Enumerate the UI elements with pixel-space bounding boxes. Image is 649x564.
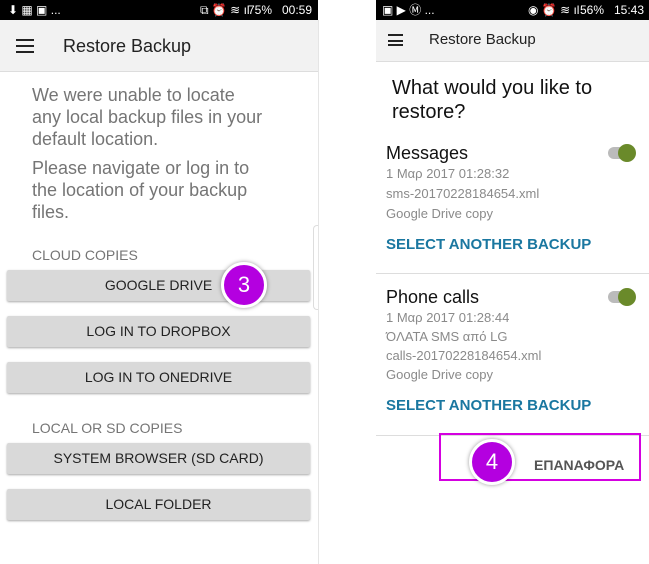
signal-icons: ◉ ⏰ ≋ ıl bbox=[528, 3, 580, 17]
backup-source: Google Drive copy bbox=[386, 367, 493, 382]
phone-calls-toggle[interactable] bbox=[608, 288, 636, 306]
divider bbox=[376, 273, 649, 274]
clock: 15:43 bbox=[614, 3, 645, 17]
step-badge-4: 4 bbox=[469, 439, 515, 485]
system-browser-button[interactable]: SYSTEM BROWSER (SD CARD) bbox=[7, 443, 310, 474]
battery-text: 75% bbox=[248, 3, 273, 17]
messages-select-another-backup[interactable]: SELECT ANOTHER BACKUP bbox=[386, 236, 591, 253]
text-line: We were unable to locate bbox=[32, 85, 235, 105]
restore-question: What would you like to restore? bbox=[392, 76, 592, 124]
text-line: restore? bbox=[392, 101, 466, 123]
phone-calls-details: 1 Μαρ 2017 01:28:44 ΌΛΑΤΑ SMS από LG cal… bbox=[386, 308, 541, 384]
text-line: the location of your backup bbox=[32, 180, 248, 200]
backup-note: ΌΛΑΤΑ SMS από LG bbox=[386, 329, 508, 344]
text-line: Please navigate or log in to bbox=[32, 158, 250, 178]
notification-icons: ▣ ▶ Ⓜ ... bbox=[382, 3, 435, 17]
menu-icon[interactable] bbox=[388, 34, 403, 46]
messages-title: Messages bbox=[386, 143, 469, 163]
text-line: files. bbox=[32, 202, 70, 222]
notification-icons: ⬇ ▦ ▣ ... bbox=[8, 3, 61, 17]
local-copies-header: LOCAL OR SD COPIES bbox=[32, 420, 183, 436]
signal-icons: ⧉ ⏰ ≋ ıl bbox=[200, 3, 250, 17]
onedrive-button[interactable]: LOG IN TO ONEDRIVE bbox=[7, 362, 310, 393]
restore-button[interactable]: ΕΠΑΝΑΦΟΡΑ bbox=[534, 457, 624, 473]
status-bar: ▣ ▶ Ⓜ ... ◉ ⏰ ≋ ıl 56% 15:43 bbox=[376, 0, 649, 20]
messages-toggle[interactable] bbox=[608, 144, 636, 162]
text-line: any local backup files in your bbox=[32, 107, 263, 127]
backup-file: sms-20170228184654.xml bbox=[386, 186, 540, 201]
navigate-message: Please navigate or log in to the locatio… bbox=[32, 157, 249, 223]
page-title: Restore Backup bbox=[63, 36, 192, 56]
backup-file: calls-20170228184654.xml bbox=[386, 348, 542, 363]
menu-icon[interactable] bbox=[16, 39, 34, 53]
cloud-copies-header: CLOUD COPIES bbox=[32, 247, 138, 263]
status-bar: ⬇ ▦ ▣ ... ⧉ ⏰ ≋ ıl 75% 00:59 bbox=[0, 0, 318, 20]
no-backup-message: We were unable to locate any local backu… bbox=[32, 84, 262, 150]
clock: 00:59 bbox=[282, 3, 313, 17]
phone-calls-select-another-backup[interactable]: SELECT ANOTHER BACKUP bbox=[386, 397, 591, 414]
dropbox-button[interactable]: LOG IN TO DROPBOX bbox=[7, 316, 310, 347]
local-folder-button[interactable]: LOCAL FOLDER bbox=[7, 489, 310, 520]
phone-calls-title: Phone calls bbox=[386, 287, 480, 307]
page-title: Restore Backup bbox=[429, 31, 536, 48]
backup-source: Google Drive copy bbox=[386, 206, 493, 221]
backup-date: 1 Μαρ 2017 01:28:44 bbox=[386, 310, 510, 325]
step-badge-3: 3 bbox=[221, 262, 267, 308]
app-bar: Restore Backup bbox=[0, 20, 318, 72]
battery-text: 56% bbox=[580, 3, 605, 17]
divider bbox=[318, 20, 319, 564]
text-line: default location. bbox=[32, 129, 159, 149]
messages-details: 1 Μαρ 2017 01:28:32 sms-20170228184654.x… bbox=[386, 164, 539, 224]
app-bar: Restore Backup bbox=[376, 20, 649, 62]
text-line: What would you like to bbox=[392, 77, 593, 99]
backup-date: 1 Μαρ 2017 01:28:32 bbox=[386, 166, 510, 181]
